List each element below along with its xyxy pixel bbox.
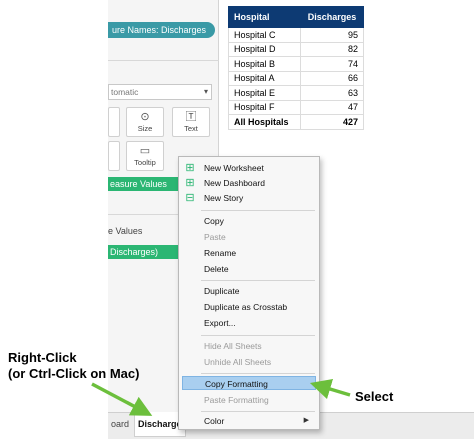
menu-item-hide-all-sheets: Hide All Sheets	[204, 341, 262, 351]
mark-type-dropdown[interactable]: tomatic ▾	[108, 84, 212, 100]
menu-item-new-worksheet[interactable]: New Worksheet	[179, 161, 319, 175]
discharges-cell: 95	[300, 27, 364, 43]
size-mark-button[interactable]: ⊙ Size	[126, 107, 164, 137]
table-total-row: All Hospitals 427	[228, 114, 364, 130]
text-label: Text	[184, 124, 198, 133]
right-click-annotation: Right-Click (or Ctrl-Click on Mac)	[8, 350, 139, 382]
menu-separator	[201, 411, 315, 412]
column-header-hospital: Hospital	[228, 6, 301, 28]
menu-item-duplicate-as-crosstab[interactable]: Duplicate as Crosstab	[179, 300, 319, 314]
menu-item-color[interactable]: Color ▶	[179, 414, 319, 428]
tooltip-mark-button[interactable]: ▭ Tooltip	[126, 141, 164, 171]
menu-item-rename[interactable]: Rename	[179, 246, 319, 260]
size-icon: ⊙	[140, 111, 150, 123]
detail-mark-button[interactable]	[108, 141, 120, 171]
hospital-discharges-table: Hospital Discharges Hospital C 95 Hospita…	[228, 6, 364, 130]
mark-type-value: tomatic	[111, 87, 139, 97]
hospital-cell: Hospital F	[228, 100, 301, 115]
sheet-context-menu: ⊞ New Worksheet ⊞ New Dashboard ⊟ New St…	[178, 156, 320, 430]
tooltip-label: Tooltip	[134, 158, 156, 167]
total-value-cell: 427	[300, 114, 364, 130]
panel-divider	[108, 60, 219, 61]
hospital-cell: Hospital C	[228, 27, 301, 43]
hospital-cell: Hospital D	[228, 42, 301, 57]
menu-item-export[interactable]: Export...	[179, 316, 319, 330]
menu-separator	[201, 335, 315, 336]
sheet-tab-dashboard[interactable]: oard	[111, 412, 129, 437]
table-row: Hospital C 95	[228, 27, 364, 43]
color-mark-button[interactable]	[108, 107, 120, 137]
table-row: Hospital E 63	[228, 85, 364, 101]
hospital-cell: Hospital E	[228, 85, 301, 101]
table-header-row: Hospital Discharges	[228, 6, 364, 28]
discharges-cell: 66	[300, 71, 364, 86]
select-annotation: Select	[355, 389, 394, 404]
submenu-arrow-icon: ▶	[303, 417, 309, 424]
hospital-cell: Hospital B	[228, 56, 301, 72]
chevron-down-icon: ▾	[203, 87, 208, 96]
discharges-cell: 74	[300, 56, 364, 72]
column-header-discharges: Discharges	[300, 6, 364, 28]
measure-values-card-title: e Values	[108, 226, 143, 236]
menu-item-delete[interactable]: Delete	[179, 262, 319, 276]
menu-item-paste-formatting: Paste Formatting	[204, 395, 269, 405]
discharges-cell: 63	[300, 85, 364, 101]
menu-item-copy-formatting[interactable]: Copy Formatting	[182, 376, 316, 390]
table-row: Hospital F 47	[228, 100, 364, 115]
measure-names-pill[interactable]: ure Names: Discharges	[108, 22, 215, 38]
right-click-line-2: (or Ctrl-Click on Mac)	[8, 366, 140, 381]
discharges-cell: 47	[300, 100, 364, 115]
menu-item-color-label: Color	[204, 416, 225, 426]
menu-item-duplicate[interactable]: Duplicate	[179, 284, 319, 298]
menu-separator	[201, 210, 315, 211]
right-click-line-1: Right-Click	[8, 350, 77, 365]
menu-separator	[201, 373, 315, 374]
total-label-cell: All Hospitals	[228, 114, 301, 130]
menu-item-new-story[interactable]: New Story	[179, 191, 319, 205]
menu-item-paste: Paste	[204, 232, 226, 242]
table-row: Hospital D 82	[228, 42, 364, 57]
table-row: Hospital A 66	[228, 71, 364, 86]
menu-item-unhide-all-sheets: Unhide All Sheets	[204, 357, 272, 367]
menu-separator	[201, 280, 315, 281]
menu-item-copy[interactable]: Copy	[179, 214, 319, 228]
tooltip-icon: ▭	[139, 145, 151, 157]
menu-item-new-dashboard[interactable]: New Dashboard	[179, 176, 319, 190]
size-label: Size	[137, 124, 153, 133]
discharges-cell: 82	[300, 42, 364, 57]
discharges-pill[interactable]: Discharges)	[108, 245, 178, 259]
measure-values-pill[interactable]: easure Values	[108, 177, 180, 191]
arrow-to-copy-formatting	[309, 378, 351, 400]
hospital-cell: Hospital A	[228, 71, 301, 86]
table-row: Hospital B 74	[228, 56, 364, 72]
text-icon: 🅃	[185, 111, 197, 123]
text-mark-button[interactable]: 🅃 Text	[172, 107, 210, 137]
